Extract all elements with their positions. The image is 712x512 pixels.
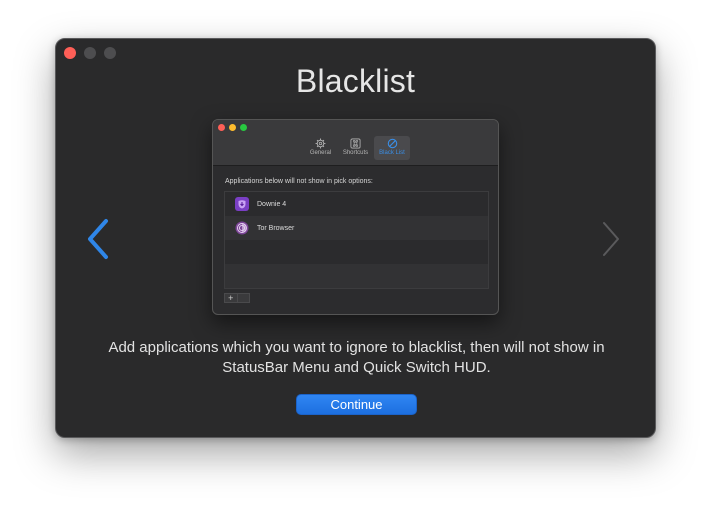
preview-add-button: +	[225, 294, 238, 303]
preview-close-dot	[218, 124, 225, 131]
preview-zoom-dot	[240, 124, 247, 131]
preview-tab-label: General	[309, 150, 332, 156]
command-icon	[350, 138, 361, 149]
onboarding-window: Blacklist General Shortcuts Black List A…	[55, 38, 656, 438]
preview-minimize-dot	[229, 124, 236, 131]
empty-row	[225, 240, 488, 264]
preview-toolbar: General Shortcuts Black List	[213, 120, 498, 166]
tor-onion-icon	[235, 221, 249, 235]
previous-page-button[interactable]	[84, 217, 114, 261]
list-item: Tor Browser	[225, 216, 488, 240]
chevron-right-icon	[603, 222, 619, 256]
minimize-button[interactable]	[84, 47, 96, 59]
prohibited-icon	[387, 138, 397, 149]
tor-browser-icon	[235, 221, 249, 235]
preview-app-list: Downie 4 Tor Browser	[224, 191, 489, 289]
preview-tab-label: Black List	[379, 150, 405, 156]
preview-tab-black-list: Black List	[374, 136, 410, 160]
preview-remove-button	[238, 294, 250, 302]
gear-icon	[315, 138, 326, 149]
list-item: Downie 4	[225, 192, 488, 216]
preview-list-description: Applications below will not show in pick…	[225, 178, 373, 185]
page-title: Blacklist	[295, 63, 416, 99]
window-controls	[64, 47, 116, 59]
downie-glyph-icon	[238, 200, 246, 209]
app-name: Downie 4	[257, 200, 287, 208]
preferences-preview-image: General Shortcuts Black List Application…	[212, 119, 499, 315]
preview-add-remove-control: +	[224, 293, 250, 303]
zoom-button[interactable]	[104, 47, 116, 59]
page-description: Add applications which you want to ignor…	[108, 339, 605, 376]
close-button[interactable]	[64, 47, 76, 59]
empty-row	[225, 264, 488, 288]
preview-tab-shortcuts: Shortcuts	[339, 136, 372, 160]
continue-button[interactable]: Continue	[296, 394, 417, 415]
preview-tab-label: Shortcuts	[342, 150, 369, 156]
downie-icon	[235, 197, 249, 211]
preview-tab-general: General	[304, 136, 337, 160]
preview-window-controls	[218, 124, 247, 131]
preview-tabs: General Shortcuts Black List	[304, 136, 410, 160]
next-page-button[interactable]	[596, 217, 626, 261]
chevron-left-icon	[88, 219, 108, 259]
app-name: Tor Browser	[257, 224, 295, 232]
